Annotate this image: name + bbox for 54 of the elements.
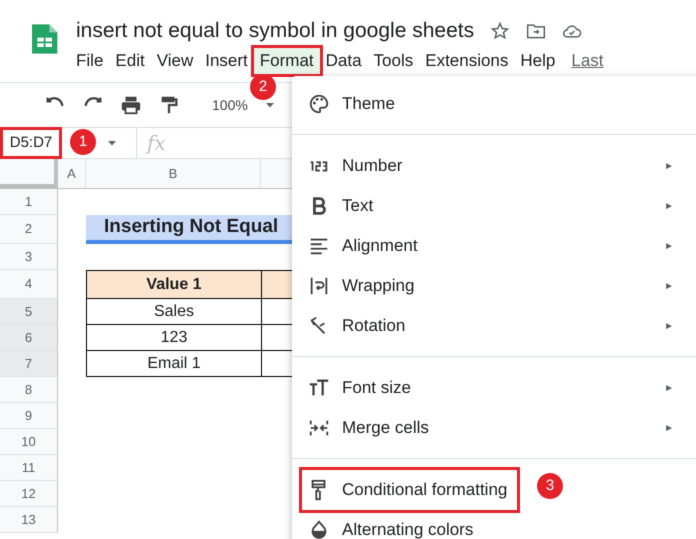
menu-item[interactable]: Tools [368, 48, 420, 74]
table-cell: 123 [86, 325, 262, 351]
menu-item[interactable]: Theme [292, 84, 692, 124]
row-header[interactable]: 6 [0, 325, 58, 351]
name-box[interactable]: D5:D7 [0, 127, 62, 159]
last-edit-link[interactable]: Last [571, 48, 604, 74]
fx-label: fx [136, 128, 166, 158]
row-header[interactable]: 1 [0, 189, 58, 215]
menu-item[interactable]: Wrapping ► [292, 266, 692, 306]
print-icon[interactable] [120, 94, 142, 116]
menu-item[interactable]: Font size ► [292, 368, 692, 408]
row-header[interactable]: 9 [0, 403, 58, 429]
menu-item[interactable]: View [150, 48, 200, 74]
row-header[interactable]: 8 [0, 377, 58, 403]
row-header[interactable]: 13 [0, 507, 58, 533]
submenu-arrow-icon: ► [664, 238, 674, 254]
row-header[interactable]: 5 [0, 299, 58, 325]
submenu-arrow-icon: ► [664, 158, 674, 174]
row-header[interactable]: 10 [0, 429, 58, 455]
submenu-arrow-icon: ► [664, 278, 674, 294]
menu-item[interactable]: Number ► [292, 146, 692, 186]
submenu-arrow-icon: ► [664, 420, 674, 436]
row-header[interactable]: 3 [0, 244, 58, 270]
menu-item[interactable]: Merge cells ► [292, 408, 692, 448]
menu-item[interactable]: Alternating colors [292, 510, 692, 539]
row-header[interactable]: 4 [0, 270, 58, 299]
menu-item[interactable]: Extensions [419, 48, 514, 74]
menu-item[interactable]: Edit [109, 48, 151, 74]
table-cell: Email 1 [86, 351, 262, 377]
menu-item[interactable]: Insert [199, 48, 254, 74]
column-header[interactable]: A [58, 159, 86, 188]
row-header[interactable]: 7 [0, 351, 58, 377]
table-cell: Sales [86, 299, 262, 325]
submenu-arrow-icon: ► [664, 318, 674, 334]
document-title: insert not equal to symbol in google sheets [76, 18, 474, 44]
menu-item[interactable]: Format [254, 48, 320, 74]
wrap-icon [308, 275, 330, 297]
menu-item[interactable]: Conditional formatting [302, 470, 518, 510]
menu-item[interactable]: File [70, 48, 110, 74]
menu-item[interactable]: Data [320, 48, 368, 74]
submenu-arrow-icon: ► [664, 198, 674, 214]
step-marker: 1 [70, 129, 96, 155]
palette-icon [308, 93, 330, 115]
step-marker: 2 [250, 74, 276, 100]
star-icon[interactable] [490, 21, 510, 41]
submenu-arrow-icon: ► [664, 380, 674, 396]
zoom-select[interactable]: 100% [212, 94, 248, 116]
column-header[interactable]: B [86, 159, 261, 188]
table-header-cell: Value 1 [86, 270, 262, 299]
row-header[interactable]: 2 [0, 215, 58, 244]
menu-item[interactable]: Help [514, 48, 562, 74]
row-header[interactable]: 11 [0, 455, 58, 481]
menu-item[interactable]: Rotation ► [292, 306, 692, 346]
row-header[interactable]: 12 [0, 481, 58, 507]
